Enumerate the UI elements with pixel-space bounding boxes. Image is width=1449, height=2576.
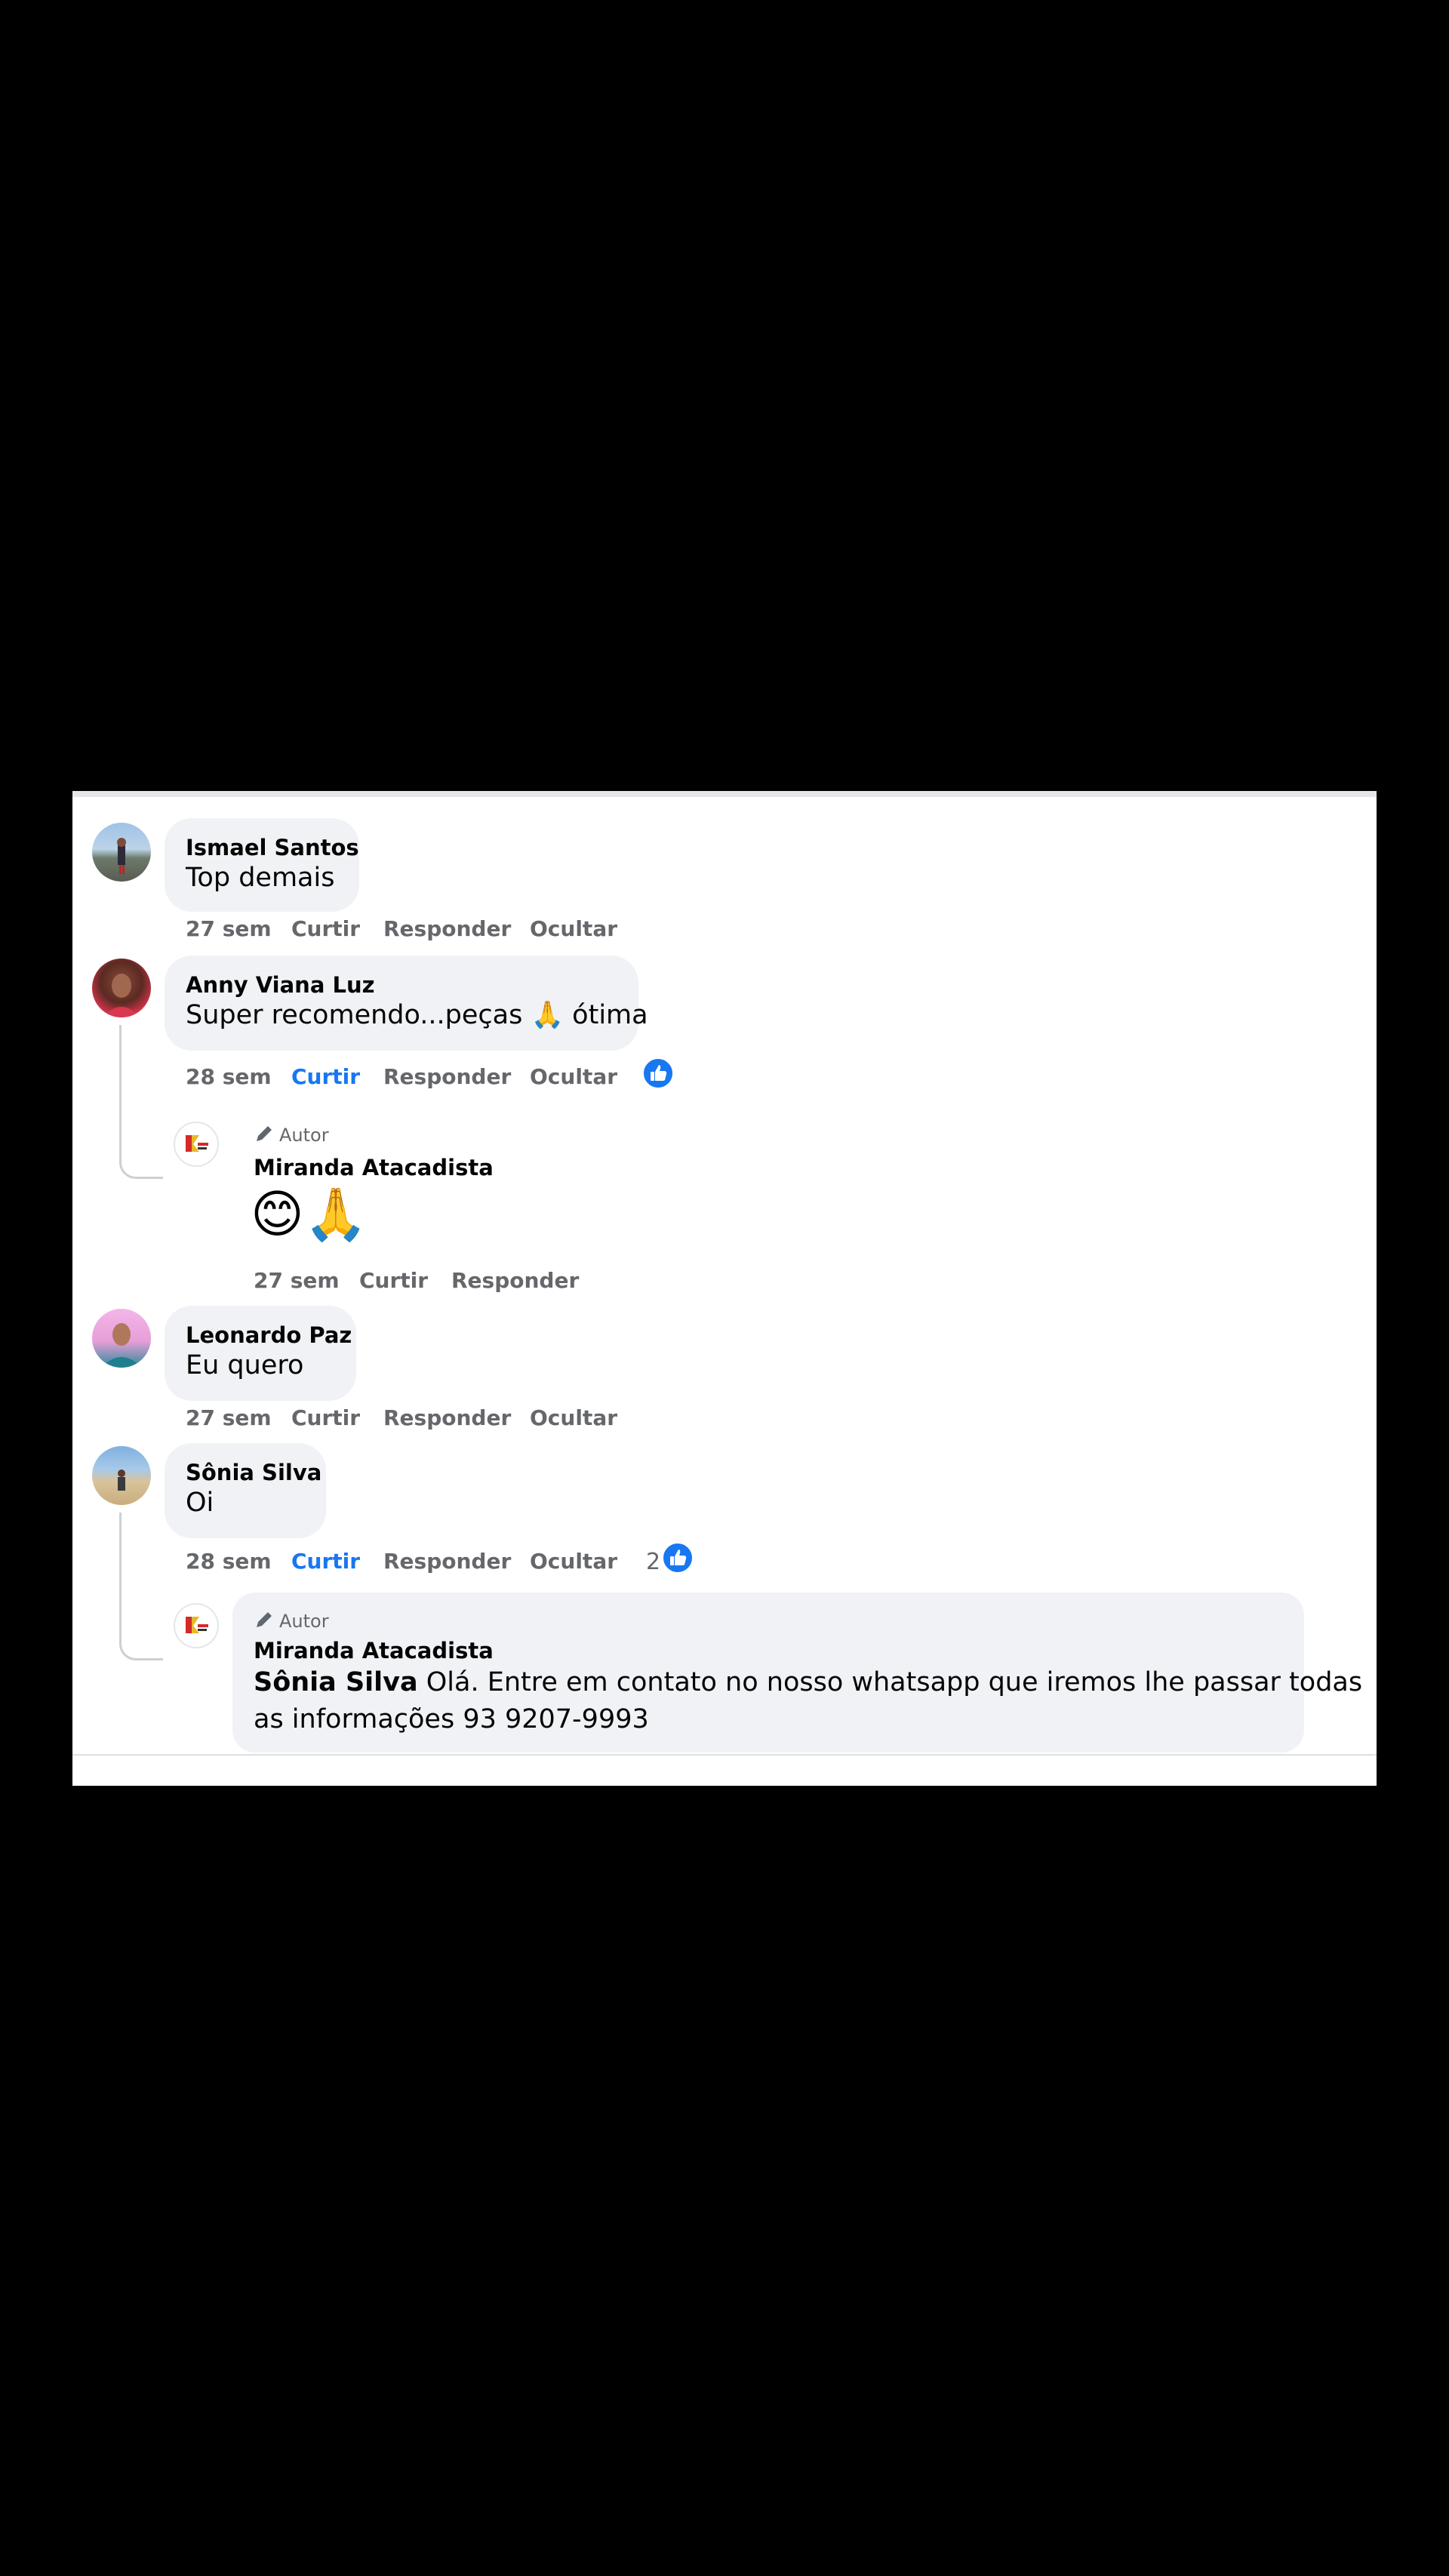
comment-author[interactable]: Anny Viana Luz [186,972,617,998]
author-tag: Autor [254,1609,1283,1632]
reply-text: Olá. Entre em contato no nosso whatsapp … [426,1667,1363,1697]
store-logo-icon [186,1617,208,1633]
person-photo-icon [103,974,140,1017]
like-reaction-badge[interactable] [641,1057,675,1090]
like-button[interactable]: Curtir [359,1268,428,1293]
like-button[interactable]: Curtir [291,1549,360,1574]
reply-time[interactable]: 27 sem [254,1268,340,1293]
avatar[interactable] [92,823,151,882]
comment-bubble: Ismael Santos Top demais [165,818,359,912]
person-photo-icon [118,1470,125,1491]
reply-bubble: Autor Miranda Atacadista Sônia Silva Olá… [232,1593,1362,1753]
like-button[interactable]: Curtir [291,1405,360,1430]
person-photo-icon [117,838,126,874]
hide-button[interactable]: Ocultar [530,1405,617,1430]
thumbs-up-icon [651,1065,667,1081]
comments-panel: Ismael Santos Top demais 27 sem Curtir R… [72,791,1377,1786]
page-avatar[interactable] [174,1122,219,1167]
like-button[interactable]: Curtir [291,1064,360,1089]
pencil-icon [257,1612,272,1627]
reply-author[interactable]: Miranda Atacadista [254,1638,1283,1663]
author-tag: Autor [254,1123,329,1146]
avatar[interactable] [92,1309,151,1368]
store-logo-icon [186,1135,208,1152]
panel-divider [72,1754,1377,1756]
comment-bubble: Anny Viana Luz Super recomendo...peças 🙏… [165,956,648,1051]
reply-text-line-1: Sônia Silva Olá. Entre em contato no nos… [254,1663,1362,1701]
thread-connector [119,1025,163,1179]
reply-author[interactable]: Miranda Atacadista [254,1155,494,1180]
comment-author[interactable]: Leonardo Paz [186,1322,352,1348]
comment-author[interactable]: Ismael Santos [186,835,359,860]
comment-bubble: Sônia Silva Oi [165,1443,326,1538]
reply-text-line-2: as informações 93 9207-9993 [254,1704,649,1734]
thread-connector [119,1513,163,1660]
person-photo-icon [101,1323,142,1368]
reply-button[interactable]: Responder [383,1405,511,1430]
pencil-icon [257,1126,272,1141]
reply-button[interactable]: Responder [383,916,511,941]
author-badge-label: Autor [279,1611,329,1632]
like-button[interactable]: Curtir [291,916,360,941]
reply-emoji-text: 😊🙏 [251,1185,368,1245]
comment-text: Eu quero [186,1350,304,1380]
like-reaction-badge[interactable] [661,1541,694,1574]
reply-button[interactable]: Responder [383,1064,511,1089]
comment-time[interactable]: 28 sem [186,1549,272,1574]
mention-link[interactable]: Sônia Silva [254,1667,418,1697]
comment-time[interactable]: 27 sem [186,916,272,941]
hide-button[interactable]: Ocultar [530,1064,617,1089]
hide-button[interactable]: Ocultar [530,1549,617,1574]
comment-author[interactable]: Sônia Silva [186,1460,321,1485]
comment-time[interactable]: 28 sem [186,1064,272,1089]
like-count[interactable]: 2 [646,1549,660,1575]
comment-text: Top demais [186,863,335,893]
hide-button[interactable]: Ocultar [530,916,617,941]
author-badge-label: Autor [279,1125,329,1146]
avatar[interactable] [92,959,151,1017]
thumbs-up-icon [670,1550,687,1565]
comment-time[interactable]: 27 sem [186,1405,272,1430]
avatar[interactable] [92,1446,151,1505]
reply-button[interactable]: Responder [451,1268,579,1293]
comment-text: Super recomendo...peças 🙏 ótima [186,1000,648,1030]
reply-button[interactable]: Responder [383,1549,511,1574]
page-avatar[interactable] [174,1603,219,1648]
comment-text: Oi [186,1488,214,1518]
panel-top-border [72,791,1377,797]
comment-bubble: Leonardo Paz Eu quero [165,1306,356,1401]
